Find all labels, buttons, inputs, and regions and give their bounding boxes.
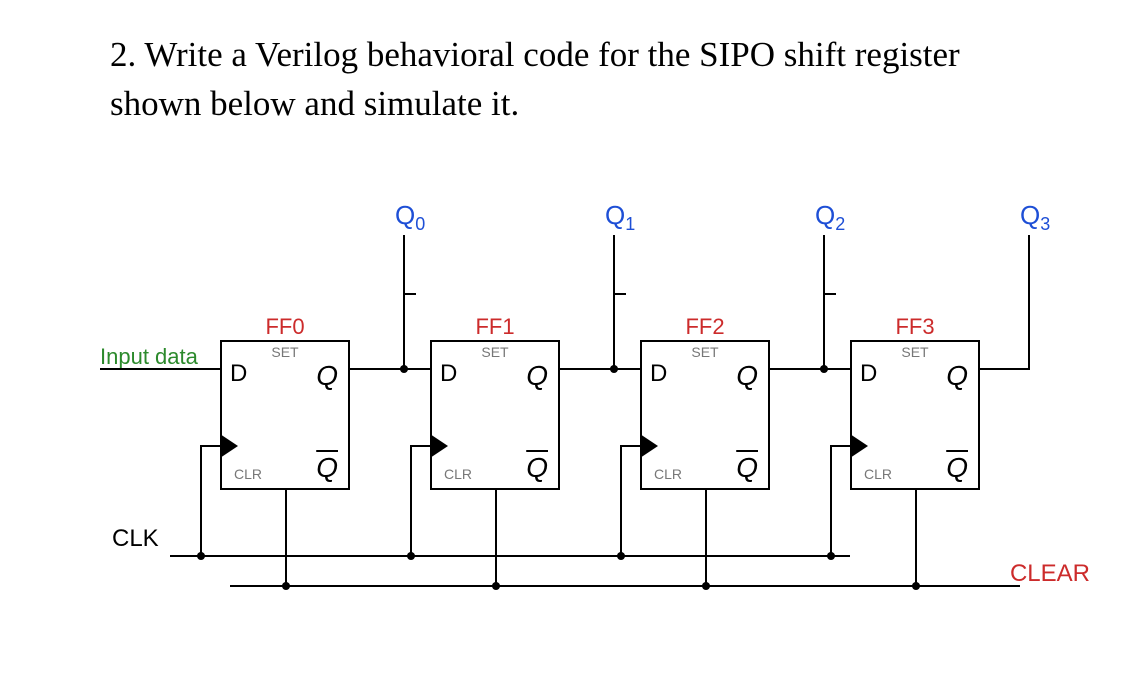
ff3-title: FF3 <box>852 314 978 340</box>
ff1-d-label: D <box>440 360 457 388</box>
ff0-qbar-label: Q <box>316 452 338 484</box>
ff0-title: FF0 <box>222 314 348 340</box>
flipflop-ff3: FF3 SET D Q CLR Q <box>850 340 980 490</box>
ff3-q-label: Q <box>946 360 968 392</box>
ff3-d-label: D <box>860 360 877 388</box>
output-q0-label: Q0 <box>395 200 425 235</box>
ff2-title: FF2 <box>642 314 768 340</box>
ff1-clr-label: CLR <box>444 466 472 482</box>
ff1-q-label: Q <box>526 360 548 392</box>
ff0-set-label: SET <box>222 344 348 360</box>
ff2-clock-input-icon <box>640 434 658 458</box>
ff1-title: FF1 <box>432 314 558 340</box>
output-q3-label: Q3 <box>1020 200 1050 235</box>
flipflop-ff2: FF2 SET D Q CLR Q <box>640 340 770 490</box>
sipo-shift-register-diagram: Q0 Q1 Q2 Q3 Input data FF0 SET D Q CLR Q… <box>100 220 1060 620</box>
ff3-clock-input-icon <box>850 434 868 458</box>
output-q2-label: Q2 <box>815 200 845 235</box>
question-text: 2. Write a Verilog behavioral code for t… <box>110 30 1010 128</box>
input-data-label: Input data <box>100 344 198 370</box>
ff0-clock-input-icon <box>220 434 238 458</box>
clear-label: CLEAR <box>1010 560 1090 588</box>
ff2-clr-label: CLR <box>654 466 682 482</box>
ff0-q-label: Q <box>316 360 338 392</box>
clk-label: CLK <box>112 525 159 553</box>
flipflop-ff0: FF0 SET D Q CLR Q <box>220 340 350 490</box>
ff1-qbar-label: Q <box>526 452 548 484</box>
flipflop-ff1: FF1 SET D Q CLR Q <box>430 340 560 490</box>
ff3-qbar-label: Q <box>946 452 968 484</box>
ff2-qbar-label: Q <box>736 452 758 484</box>
ff3-set-label: SET <box>852 344 978 360</box>
ff2-set-label: SET <box>642 344 768 360</box>
ff2-q-label: Q <box>736 360 758 392</box>
ff1-clock-input-icon <box>430 434 448 458</box>
ff3-clr-label: CLR <box>864 466 892 482</box>
ff0-clr-label: CLR <box>234 466 262 482</box>
output-q1-label: Q1 <box>605 200 635 235</box>
ff2-d-label: D <box>650 360 667 388</box>
ff0-d-label: D <box>230 360 247 388</box>
ff1-set-label: SET <box>432 344 558 360</box>
